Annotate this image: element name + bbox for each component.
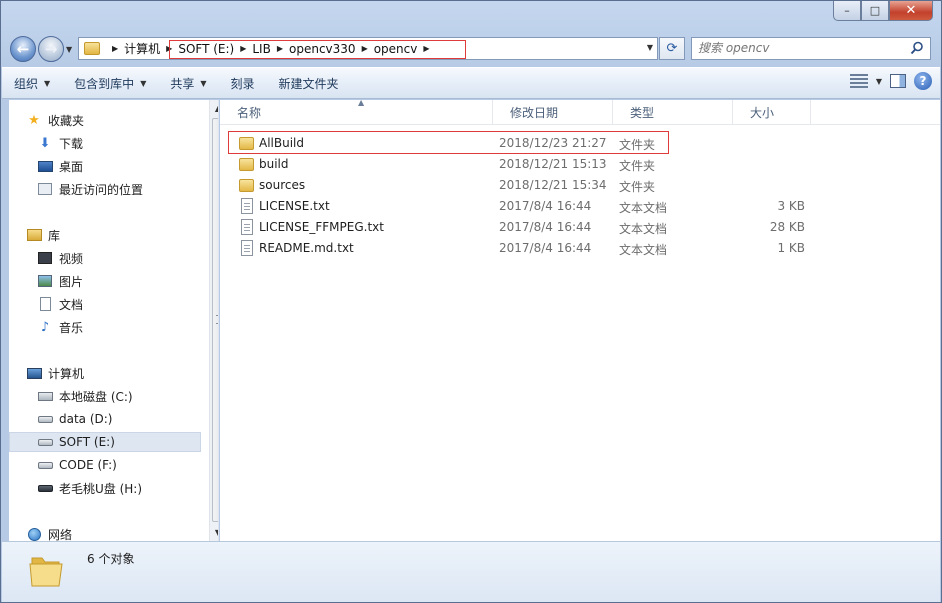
- share-menu[interactable]: 共享 ▼: [158, 68, 218, 98]
- breadcrumb-computer[interactable]: 计算机: [124, 40, 160, 57]
- nav-documents[interactable]: 文档: [37, 294, 218, 314]
- explorer-window: – □ ✕ ← → ▼ ▶ 计算机 ▶ SOFT (E:) ▶ LIB ▶ op…: [0, 0, 942, 603]
- video-icon: [37, 251, 53, 265]
- chevron-down-icon: ▼: [44, 78, 51, 88]
- preview-pane-icon[interactable]: [890, 74, 906, 88]
- refresh-button[interactable]: ⟳: [659, 37, 685, 60]
- chevron-down-icon: ▼: [140, 78, 147, 88]
- include-in-library-menu[interactable]: 包含到库中 ▼: [62, 68, 158, 98]
- text-file-icon: [241, 198, 253, 214]
- address-row: ← → ▼ ▶ 计算机 ▶ SOFT (E:) ▶ LIB ▶ opencv33…: [1, 31, 941, 65]
- text-file-icon: [241, 219, 253, 235]
- nav-drive-h[interactable]: 老毛桃U盘 (H:): [37, 478, 218, 498]
- nav-drive-d[interactable]: data (D:): [37, 409, 218, 429]
- drive-icon: [37, 435, 53, 449]
- help-icon[interactable]: ?: [914, 72, 932, 90]
- network-icon: [26, 527, 42, 541]
- folder-icon: [239, 179, 254, 192]
- nav-recent-places[interactable]: 最近访问的位置: [37, 179, 218, 199]
- star-icon: ★: [28, 112, 40, 128]
- arrow-right-icon: →: [44, 40, 58, 58]
- system-drive-icon: [37, 389, 53, 403]
- search-icon[interactable]: [910, 41, 924, 55]
- file-row-readme[interactable]: README.md.txt 2017/8/4 16:44 文本文档 1 KB: [220, 238, 820, 259]
- chevron-down-icon: ▼: [200, 78, 207, 88]
- column-header: 名称 ▲ 修改日期 类型 大小: [220, 98, 940, 125]
- document-icon: [37, 297, 53, 311]
- nav-music[interactable]: ♪ 音乐: [37, 317, 218, 337]
- arrow-left-icon: ←: [16, 40, 30, 58]
- column-date[interactable]: 修改日期: [493, 100, 613, 125]
- file-row-license-ffmpeg[interactable]: LICENSE_FFMPEG.txt 2017/8/4 16:44 文本文档 2…: [220, 217, 820, 238]
- title-bar: – □ ✕: [1, 1, 941, 31]
- chevron-down-icon[interactable]: ▼: [876, 77, 882, 86]
- status-item-count: 6 个对象: [87, 552, 135, 566]
- file-row-license[interactable]: LICENSE.txt 2017/8/4 16:44 文本文档 3 KB: [220, 196, 820, 217]
- nav-drive-f[interactable]: CODE (F:): [37, 455, 218, 475]
- nav-videos[interactable]: 视频: [37, 248, 218, 268]
- column-name[interactable]: 名称 ▲: [220, 98, 493, 125]
- new-folder-button[interactable]: 新建文件夹: [267, 68, 351, 98]
- highlight-box: [228, 131, 669, 154]
- view-options-icon[interactable]: [849, 74, 868, 88]
- nav-computer[interactable]: 计算机: [26, 363, 218, 383]
- navigation-pane: ★ 收藏夹 ⬇ 下载 桌面 最近访问的位置 库 视频 图片 文档 ♪ 音乐 计算…: [9, 100, 219, 541]
- sort-ascending-icon: ▲: [358, 98, 365, 107]
- file-row-build[interactable]: build 2018/12/21 15:13 文件夹: [220, 154, 820, 175]
- drive-icon: [37, 412, 53, 426]
- command-bar: 组织 ▼ 包含到库中 ▼ 共享 ▼ 刻录 新建文件夹 ▼ ?: [2, 67, 940, 99]
- download-icon: ⬇: [39, 135, 51, 151]
- nav-drive-c[interactable]: 本地磁盘 (C:): [37, 386, 218, 406]
- picture-icon: [37, 274, 53, 288]
- file-row-sources[interactable]: sources 2018/12/21 15:34 文件夹: [220, 175, 820, 196]
- nav-favorites[interactable]: ★ 收藏夹: [26, 110, 218, 130]
- folder-icon: [239, 158, 254, 171]
- details-pane: 6 个对象: [2, 541, 940, 602]
- search-box[interactable]: [691, 37, 931, 60]
- nav-libraries[interactable]: 库: [26, 225, 218, 245]
- computer-icon: [26, 366, 42, 380]
- library-icon: [26, 228, 42, 242]
- chevron-right-icon[interactable]: ▶: [112, 44, 118, 53]
- column-size[interactable]: 大小: [733, 100, 811, 125]
- scrollbar-thumb[interactable]: [212, 118, 218, 522]
- folder-icon: [84, 42, 100, 55]
- caption-buttons: – □ ✕: [833, 1, 933, 21]
- burn-button[interactable]: 刻录: [219, 68, 267, 98]
- minimize-button[interactable]: –: [833, 1, 861, 21]
- usb-drive-icon: [37, 481, 53, 495]
- nav-network[interactable]: 网络: [26, 524, 218, 541]
- address-dropdown[interactable]: ▼: [647, 43, 653, 52]
- file-list: 名称 ▲ 修改日期 类型 大小 AllBuild 2018/12/23 21:27…: [220, 98, 940, 541]
- nav-downloads[interactable]: ⬇ 下载: [37, 133, 218, 153]
- drive-icon: [37, 458, 53, 472]
- desktop-icon: [37, 159, 53, 173]
- recent-pages-dropdown[interactable]: ▼: [66, 45, 72, 54]
- highlight-box: [169, 40, 466, 59]
- close-button[interactable]: ✕: [889, 1, 933, 21]
- forward-button[interactable]: →: [38, 36, 64, 62]
- scroll-up-arrow[interactable]: ▲: [210, 100, 218, 116]
- folder-icon: [29, 557, 63, 587]
- toolbar-right: ▼ ?: [849, 72, 932, 90]
- nav-pictures[interactable]: 图片: [37, 271, 218, 291]
- column-type[interactable]: 类型: [613, 100, 733, 125]
- text-file-icon: [241, 240, 253, 256]
- refresh-icon: ⟳: [666, 41, 678, 56]
- scroll-down-arrow[interactable]: ▼: [210, 524, 218, 540]
- music-icon: ♪: [40, 319, 50, 335]
- nav-drive-e[interactable]: SOFT (E:): [9, 432, 201, 452]
- back-button[interactable]: ←: [10, 36, 36, 62]
- organize-menu[interactable]: 组织 ▼: [2, 68, 62, 98]
- recent-places-icon: [37, 182, 53, 196]
- search-input[interactable]: [698, 38, 898, 58]
- maximize-button[interactable]: □: [861, 1, 889, 21]
- nav-desktop[interactable]: 桌面: [37, 156, 218, 176]
- nav-scrollbar[interactable]: ▲ ▼: [209, 100, 218, 541]
